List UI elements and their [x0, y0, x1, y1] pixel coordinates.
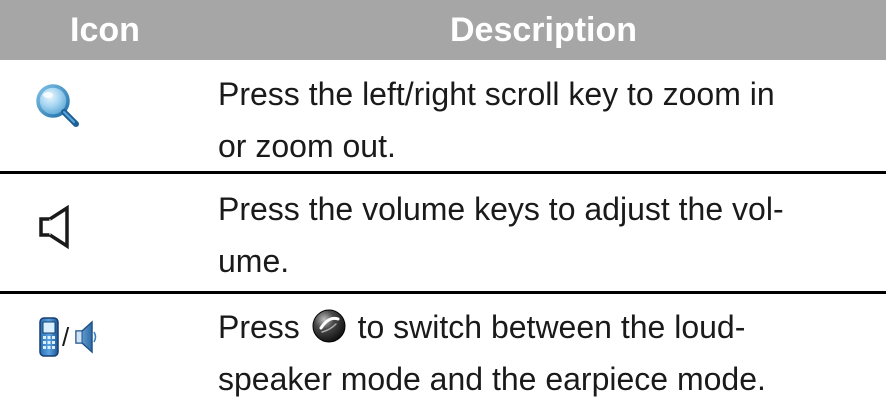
switch-text: to switch between the loud-: [357, 309, 746, 345]
zoom-description-line-1: Press the left/right scroll key to zoom …: [218, 76, 775, 112]
icon-separator: /: [62, 322, 70, 352]
table-header: Icon Description: [0, 0, 886, 60]
header-description-label: Description: [450, 11, 638, 49]
table-row-volume: Press the volume keys to adjust the vol-…: [0, 173, 886, 293]
zoom-description-line-2: or zoom out.: [218, 128, 396, 164]
zoom-description: Press the left/right scroll key to zoom …: [218, 68, 878, 172]
volume-speaker-outline-icon: [37, 204, 77, 250]
speaker-mode-description-line-2: speaker mode and the earpiece mode.: [218, 361, 766, 397]
table-row-speaker-mode: / Press to switch between the loud- spea…: [0, 293, 886, 408]
volume-description-line-2: ume.: [218, 243, 290, 279]
volume-description: Press the volume keys to adjust the vol-…: [218, 183, 878, 287]
speaker-mode-description-line-1: Press to switch between the loud-: [218, 301, 878, 353]
center-key-button-icon: [311, 307, 347, 343]
table-row-zoom: Press the left/right scroll key to zoom …: [0, 60, 886, 173]
speaker-mode-icons: /: [38, 315, 98, 359]
loudspeaker-icon: [74, 319, 98, 360]
volume-description-line-1: Press the volume keys to adjust the vol-: [218, 191, 784, 227]
handset-phone-icon: [38, 317, 60, 362]
header-icon-label: Icon: [70, 11, 140, 49]
zoom-magnifier-icon: [34, 82, 84, 132]
press-text: Press: [218, 309, 300, 345]
speaker-mode-description: Press to switch between the loud- speake…: [218, 301, 878, 405]
